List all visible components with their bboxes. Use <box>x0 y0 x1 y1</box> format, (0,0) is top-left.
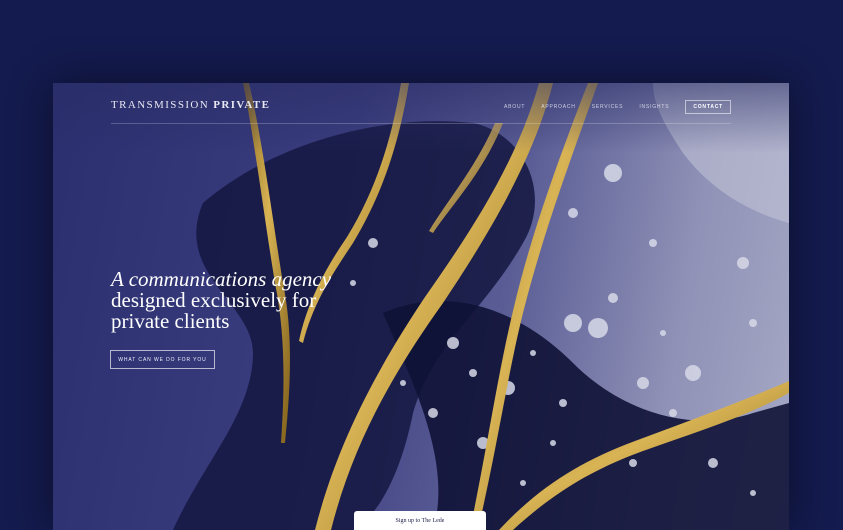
nav-insights[interactable]: INSIGHTS <box>639 104 669 110</box>
headline-line-1: A communications agency <box>111 267 332 291</box>
nav-services[interactable]: SERVICES <box>592 104 624 110</box>
headline-line-2: designed exclusively for <box>111 288 317 312</box>
header-divider <box>111 123 731 124</box>
brand-name-bold: PRIVATE <box>213 99 271 111</box>
headline-line-3: private clients <box>111 309 230 333</box>
brand-name-light: TRANSMISSION <box>111 99 210 111</box>
nav-about[interactable]: ABOUT <box>504 104 525 110</box>
nav-contact-button[interactable]: CONTACT <box>685 100 731 114</box>
header-shade <box>53 83 789 153</box>
nav-approach[interactable]: APPROACH <box>541 104 575 110</box>
brand-logo[interactable]: TRANSMISSION PRIVATE <box>111 99 270 111</box>
main-nav: ABOUT APPROACH SERVICES INSIGHTS CONTACT <box>504 100 731 114</box>
hero-headline: A communications agency designed exclusi… <box>111 269 331 332</box>
what-can-we-do-button[interactable]: WHAT CAN WE DO FOR YOU <box>110 350 215 369</box>
newsletter-signup-tab[interactable]: Sign up to The Lede <box>354 511 486 530</box>
hero-frame: TRANSMISSION PRIVATE ABOUT APPROACH SERV… <box>53 83 789 530</box>
